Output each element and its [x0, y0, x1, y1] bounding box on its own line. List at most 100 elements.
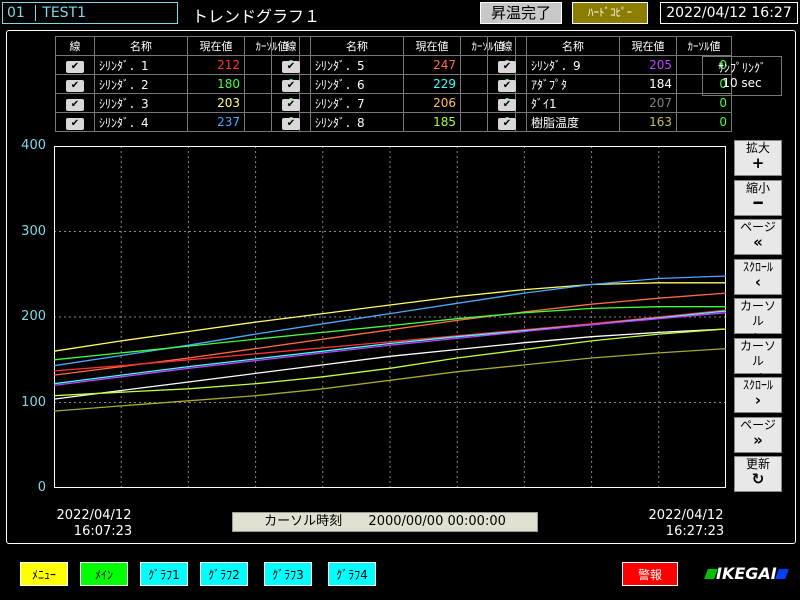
series-current-value: 207 — [619, 93, 677, 113]
legend-table: 線名称現在値ｶｰｿﾙ値 ✔ ｼﾘﾝﾀﾞ．1 212 0 ✔ ｼﾘﾝﾀﾞ．2 18… — [55, 36, 300, 132]
legend-header: ｶｰｿﾙ値 — [676, 36, 732, 56]
series-current-value: 247 — [403, 55, 461, 75]
series-name: ｼﾘﾝﾀﾞ．4 — [94, 112, 188, 132]
footer-button-1[interactable]: ﾒﾆｭｰ — [20, 562, 68, 586]
sampling-label: ｻﾝﾌﾟﾘﾝｸﾞ — [717, 61, 766, 75]
legend-row: ✔ ｼﾘﾝﾀﾞ．2 180 0 — [55, 74, 300, 94]
series-name: 樹脂温度 — [526, 112, 620, 132]
series-name: ｼﾘﾝﾀﾞ．6 — [310, 74, 404, 94]
checkmark-icon: ✔ — [498, 79, 516, 92]
series-current-value: 185 — [403, 112, 461, 132]
legend-row: ✔ ｼﾘﾝﾀﾞ．4 237 0 — [55, 112, 300, 132]
side-button-label: カーソル — [739, 299, 776, 328]
series-toggle[interactable]: ✔ — [487, 112, 527, 132]
legend-table: 線名称 現在値 ｶｰｿﾙ値 ✔ ｼﾘﾝﾀﾞ．9 205 0 ✔ ｱﾀﾞﾌﾟﾀ 184… — [487, 36, 732, 132]
checkmark-icon: ✔ — [282, 117, 300, 130]
series-toggle[interactable]: ✔ — [55, 93, 95, 113]
status-indicator: 昇温完了 — [480, 2, 562, 24]
checkmark-icon: ✔ — [498, 117, 516, 130]
legend-group-2: 線名称現在値ｶｰｿﾙ値 ✔ ｼﾘﾝﾀﾞ．5 247 0 ✔ ｼﾘﾝﾀﾞ．6 22… — [271, 36, 516, 132]
series-line-8 — [54, 328, 726, 400]
cursor-time-label: カーソル時刻 — [264, 514, 343, 529]
machine-name: TEST1 — [35, 5, 87, 21]
series-toggle[interactable]: ✔ — [271, 112, 311, 132]
series-current-value: 237 — [187, 112, 245, 132]
series-current-value: 229 — [403, 74, 461, 94]
side-button-label: ページ — [740, 220, 776, 234]
side-button-icon: ‹ — [754, 272, 762, 291]
clock: 2022/04/12 16:27 — [660, 2, 798, 24]
legend-header: 線 — [271, 36, 311, 56]
side-button-icon: ↻ — [751, 470, 765, 488]
ikegai-logo: IKEGAI — [704, 564, 789, 583]
legend-row: ✔ ｼﾘﾝﾀﾞ．3 203 0 — [55, 93, 300, 113]
series-current-value: 180 — [187, 74, 245, 94]
footer-button-3[interactable]: ｸﾞﾗﾌ1 — [140, 562, 188, 586]
footer-button-4[interactable]: ｸﾞﾗﾌ2 — [200, 562, 248, 586]
cursor-time-value: 2000/00/00 00:00:00 — [368, 514, 506, 529]
alarm-button[interactable]: 警報 — [622, 562, 678, 586]
checkmark-icon: ✔ — [66, 117, 84, 130]
legend-row: ✔ ｼﾘﾝﾀﾞ．5 247 0 — [271, 55, 516, 75]
x-end-time: 16:27:23 — [665, 524, 725, 539]
side-button-icon: ━ — [753, 193, 763, 212]
footer-button-6[interactable]: ｸﾞﾗﾌ4 — [328, 562, 376, 586]
legend-header: 名称 — [526, 36, 620, 56]
series-name: ｼﾘﾝﾀﾞ．8 — [310, 112, 404, 132]
series-toggle[interactable]: ✔ — [271, 74, 311, 94]
y-tick-label: 400 — [21, 138, 46, 153]
series-toggle[interactable]: ✔ — [271, 93, 311, 113]
series-name: ﾀﾞｲ1 — [526, 93, 620, 113]
side-button-7[interactable]: ｽｸﾛｰﾙ › — [734, 377, 782, 413]
series-current-value: 203 — [187, 93, 245, 113]
series-toggle[interactable]: ✔ — [55, 112, 95, 132]
series-toggle[interactable]: ✔ — [271, 55, 311, 75]
checkmark-icon: ✔ — [498, 60, 516, 73]
x-end-date: 2022/04/12 — [648, 508, 724, 523]
series-toggle[interactable]: ✔ — [55, 55, 95, 75]
series-current-value: 206 — [403, 93, 461, 113]
series-name: ｼﾘﾝﾀﾞ．3 — [94, 93, 188, 113]
series-name: ｱﾀﾞﾌﾟﾀ — [526, 74, 620, 94]
legend-group-3: 線名称 現在値 ｶｰｿﾙ値 ✔ ｼﾘﾝﾀﾞ．9 205 0 ✔ ｱﾀﾞﾌﾟﾀ 184… — [487, 36, 732, 132]
legend-header: 線 — [55, 36, 95, 56]
side-button-label: 拡大 — [745, 141, 770, 155]
series-toggle[interactable]: ✔ — [487, 93, 527, 113]
legend-header: 現在値 — [187, 36, 245, 56]
checkmark-icon: ✔ — [282, 79, 300, 92]
series-cursor-value: 0 — [676, 93, 732, 113]
series-toggle[interactable]: ✔ — [55, 74, 95, 94]
series-toggle[interactable]: ✔ — [487, 55, 527, 75]
footer-button-2[interactable]: ﾒｲﾝ — [80, 562, 128, 586]
trend-chart[interactable] — [54, 146, 726, 488]
legend-row: ✔ ｼﾘﾝﾀﾞ．6 229 0 — [271, 74, 516, 94]
logo-text: IKEGAI — [716, 564, 777, 583]
side-button-8[interactable]: ページ » — [734, 416, 782, 453]
logo-mark-blue — [774, 569, 789, 579]
checkmark-icon: ✔ — [498, 98, 516, 111]
series-name: ｼﾘﾝﾀﾞ．5 — [310, 55, 404, 75]
footer-button-5[interactable]: ｸﾞﾗﾌ3 — [264, 562, 312, 586]
side-button-1[interactable]: 拡大 + — [734, 140, 782, 176]
side-button-label: カーソル — [739, 338, 776, 368]
side-button-5[interactable]: カーソル ← — [734, 298, 782, 344]
y-tick-label: 300 — [21, 223, 46, 239]
side-button-4[interactable]: ｽｸﾛｰﾙ ‹ — [734, 258, 782, 295]
legend-header: 名称 — [310, 36, 404, 56]
series-name: ｼﾘﾝﾀﾞ．7 — [310, 93, 404, 113]
side-button-3[interactable]: ページ « — [734, 219, 782, 255]
sampling-value: 10 sec — [722, 76, 762, 90]
page-title: トレンドグラフ１ — [192, 7, 321, 26]
x-start-date: 2022/04/12 — [56, 508, 132, 523]
side-button-9[interactable]: 更新 ↻ — [734, 456, 782, 492]
side-button-6[interactable]: カーソル → — [734, 337, 782, 383]
hardcopy-button[interactable]: ﾊｰﾄﾞｺﾋﾟｰ — [572, 2, 648, 24]
series-toggle[interactable]: ✔ — [487, 74, 527, 94]
legend-header: 現在値 — [403, 36, 461, 56]
side-button-label: ページ — [740, 417, 776, 432]
y-tick-label: 200 — [21, 309, 46, 324]
side-button-2[interactable]: 縮小 ━ — [734, 179, 782, 216]
series-name: ｼﾘﾝﾀﾞ．9 — [526, 55, 620, 75]
series-name: ｼﾘﾝﾀﾞ．2 — [94, 74, 188, 94]
side-button-label: ｽｸﾛｰﾙ — [742, 378, 773, 392]
